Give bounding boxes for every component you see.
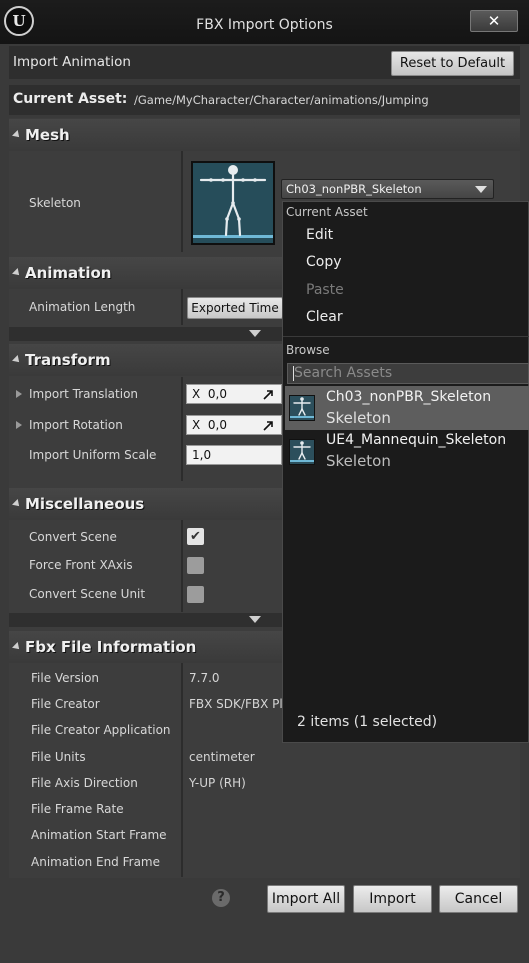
convert-scene-checkbox[interactable]: ✔ bbox=[187, 528, 204, 545]
menu-item-clear[interactable]: Clear bbox=[306, 309, 343, 325]
asset-name: Ch03_nonPBR_Skeleton bbox=[326, 389, 492, 405]
convert-scene-unit-checkbox[interactable] bbox=[187, 586, 204, 603]
convert-scene-label: Convert Scene bbox=[29, 530, 117, 544]
skeleton-combo-value: Ch03_nonPBR_Skeleton bbox=[286, 182, 422, 196]
mesh-category-header[interactable] bbox=[9, 119, 520, 151]
skeleton-asset-icon bbox=[289, 395, 315, 421]
close-button[interactable]: ✕ bbox=[470, 10, 518, 32]
cancel-button[interactable]: Cancel bbox=[439, 885, 518, 913]
checkmark-icon: ✔ bbox=[190, 529, 201, 544]
reset-to-default-button[interactable]: Reset to Default bbox=[391, 51, 514, 76]
text-caret bbox=[293, 366, 294, 381]
window-title: FBX Import Options bbox=[196, 17, 333, 33]
axis-x-label: X bbox=[192, 418, 201, 432]
current-asset-label: Current Asset: bbox=[13, 91, 128, 107]
expand-arrow-icon[interactable] bbox=[16, 390, 22, 398]
current-asset-heading: Current Asset bbox=[286, 205, 368, 219]
import-type-label: Import Animation bbox=[13, 54, 131, 70]
browse-heading: Browse bbox=[286, 343, 330, 357]
import-uniform-scale-label: Import Uniform Scale bbox=[29, 448, 157, 462]
transform-category-title: Transform bbox=[25, 351, 111, 369]
asset-name: UE4_Mannequin_Skeleton bbox=[326, 432, 507, 448]
column-divider[interactable] bbox=[181, 520, 183, 612]
skeleton-figure-icon bbox=[193, 165, 273, 238]
miscellaneous-category-title: Miscellaneous bbox=[25, 495, 145, 513]
current-asset-path: /Game/MyCharacter/Character/animations/J… bbox=[134, 93, 429, 107]
fbx-info-category-title: Fbx File Information bbox=[25, 638, 197, 656]
fbx-info-label: File Frame Rate bbox=[31, 802, 124, 816]
force-front-xaxis-checkbox[interactable] bbox=[187, 557, 204, 574]
menu-separator bbox=[283, 336, 529, 337]
help-icon[interactable]: ? bbox=[212, 889, 230, 907]
animation-length-label: Animation Length bbox=[29, 300, 136, 314]
fbx-info-label: Animation Start Frame bbox=[31, 828, 167, 842]
convert-scene-unit-label: Convert Scene Unit bbox=[29, 587, 146, 601]
axis-x-label: X bbox=[192, 387, 201, 401]
import-button[interactable]: Import bbox=[353, 885, 432, 913]
skeleton-label: Skeleton bbox=[29, 196, 81, 210]
chevron-down-icon bbox=[475, 186, 487, 193]
menu-item-copy[interactable]: Copy bbox=[306, 254, 342, 270]
import-translation-label: Import Translation bbox=[29, 387, 139, 401]
resize-arrow-icon[interactable] bbox=[263, 390, 273, 400]
column-divider[interactable] bbox=[181, 289, 183, 325]
fbx-info-label: File Version bbox=[31, 671, 100, 685]
asset-type: Skeleton bbox=[326, 409, 391, 427]
resize-arrow-icon[interactable] bbox=[263, 421, 273, 431]
column-divider[interactable] bbox=[181, 377, 183, 481]
fbx-info-label: File Units bbox=[31, 750, 86, 764]
column-divider[interactable] bbox=[181, 151, 183, 252]
animation-category-title: Animation bbox=[25, 264, 112, 282]
fbx-info-value: centimeter bbox=[189, 750, 255, 764]
fbx-info-value: Y-UP (RH) bbox=[189, 776, 246, 790]
items-count-status: 2 items (1 selected) bbox=[297, 714, 438, 730]
fbx-info-value: FBX SDK/FBX Pl bbox=[189, 697, 283, 711]
fbx-info-label: File Axis Direction bbox=[31, 776, 138, 790]
import-rotation-label: Import Rotation bbox=[29, 418, 123, 432]
import-all-button[interactable]: Import All bbox=[267, 885, 345, 913]
fbx-info-label: File Creator bbox=[31, 697, 100, 711]
chevron-down-icon[interactable] bbox=[249, 330, 261, 337]
asset-type: Skeleton bbox=[326, 452, 391, 470]
import-translation-x-value: 0,0 bbox=[207, 387, 227, 401]
import-uniform-scale-field[interactable]: 1,0 bbox=[186, 445, 282, 465]
fbx-info-label: File Creator Application bbox=[31, 723, 171, 737]
menu-item-paste: Paste bbox=[306, 282, 344, 298]
chevron-down-icon[interactable] bbox=[249, 616, 261, 623]
menu-item-edit[interactable]: Edit bbox=[306, 227, 333, 243]
animation-length-combo[interactable]: Exported Time bbox=[187, 297, 283, 319]
mesh-category-title: Mesh bbox=[25, 126, 70, 144]
skeleton-thumbnail[interactable] bbox=[191, 161, 275, 245]
import-rotation-x-value: 0,0 bbox=[207, 418, 227, 432]
column-divider[interactable] bbox=[181, 663, 183, 877]
fbx-info-label: Animation End Frame bbox=[31, 855, 160, 869]
fbx-info-value: 7.7.0 bbox=[189, 671, 220, 685]
skeleton-asset-icon bbox=[289, 439, 315, 465]
skeleton-combo-box[interactable]: Ch03_nonPBR_Skeleton bbox=[281, 179, 494, 199]
expand-arrow-icon[interactable] bbox=[16, 421, 22, 429]
force-front-xaxis-label: Force Front XAxis bbox=[29, 558, 133, 572]
search-assets-input[interactable]: Search Assets bbox=[287, 363, 529, 384]
